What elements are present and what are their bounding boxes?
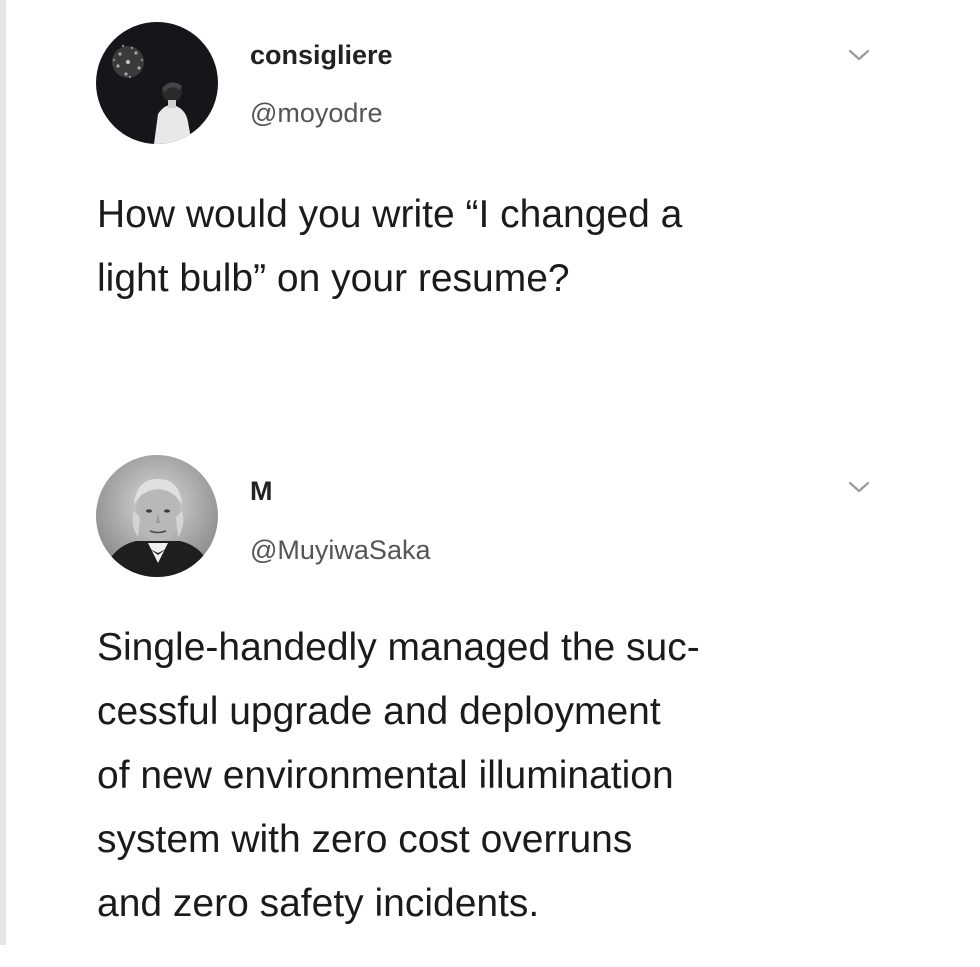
chevron-down-icon[interactable] (846, 478, 872, 496)
avatar[interactable] (96, 22, 218, 144)
tweet-text-line: system with zero cost overruns (97, 818, 633, 861)
avatar[interactable] (96, 455, 218, 577)
tweet-text-line: light bulb” on your resume? (97, 257, 570, 300)
tweet-text-line: How would you write “I changed a (97, 193, 683, 236)
display-name[interactable]: consigliere (250, 40, 393, 71)
tweet-text-line: of new environmental illumination (97, 754, 674, 797)
chevron-down-icon[interactable] (846, 46, 872, 64)
user-handle[interactable]: @moyodre (250, 98, 382, 129)
display-name[interactable]: M (250, 476, 273, 507)
tweet-text-line: cessful upgrade and deployment (97, 690, 661, 733)
left-divider (0, 0, 6, 945)
tweet-text-line: and zero safety incidents. (97, 882, 540, 925)
fireworks-portrait-avatar-icon (96, 22, 218, 144)
tweet-text-line: Single-handedly managed the suc- (97, 626, 700, 669)
tweet-text: How would you write “I changed a light b… (97, 183, 927, 311)
vintage-portrait-avatar-icon (96, 455, 218, 577)
tweet-text: Single-handedly managed the suc- cessful… (97, 616, 927, 936)
user-handle[interactable]: @MuyiwaSaka (250, 535, 430, 566)
